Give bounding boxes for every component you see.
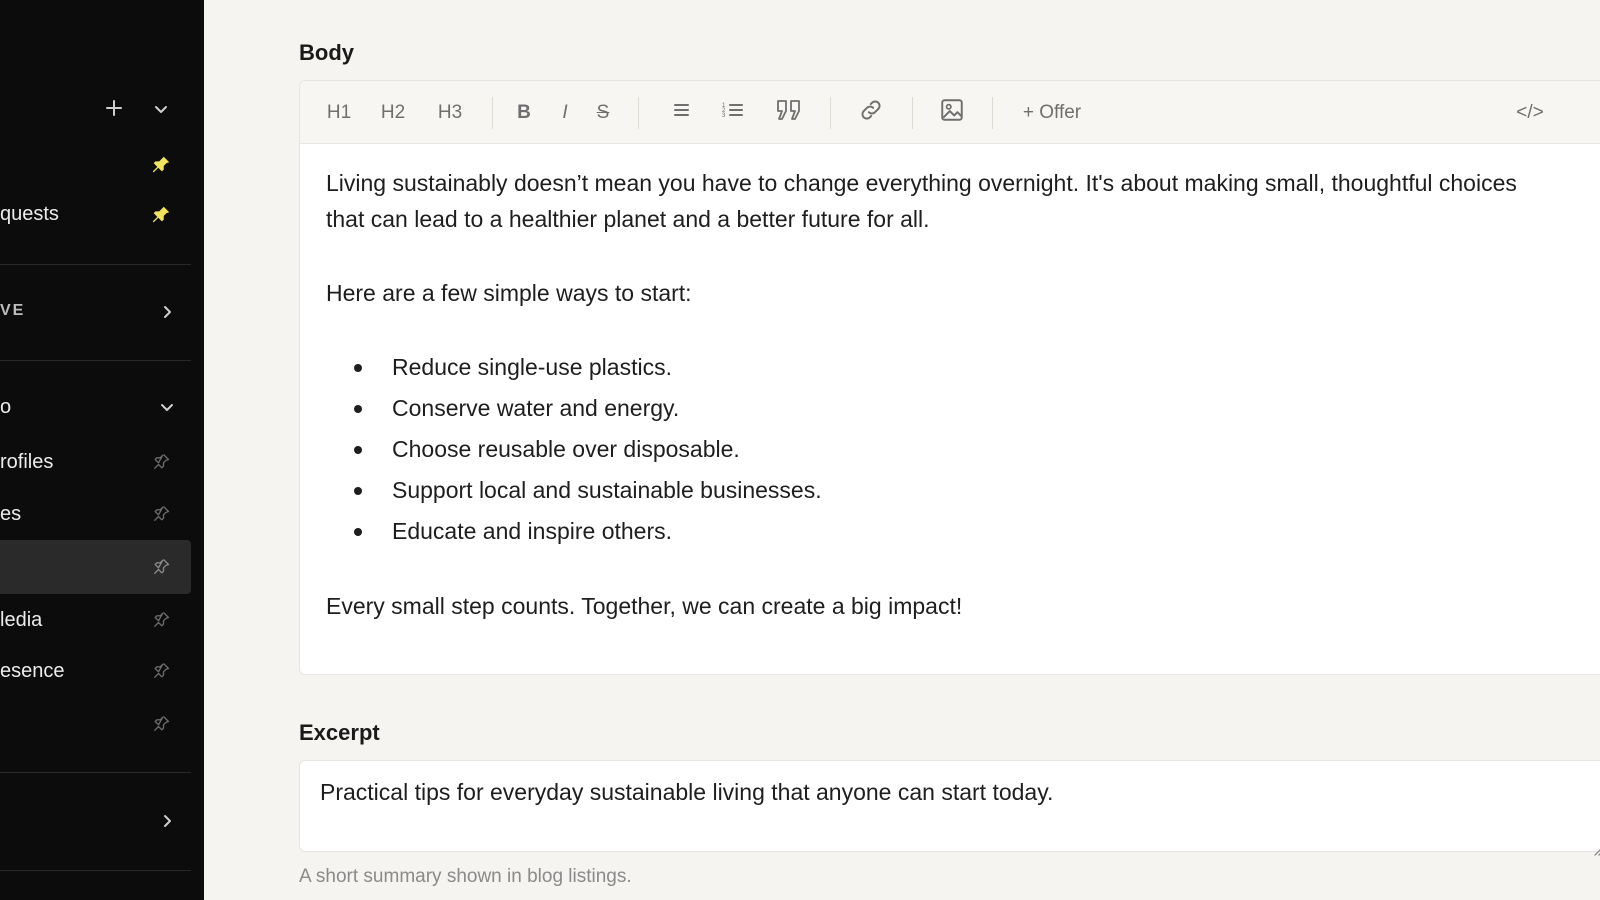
sidebar-section-label: VE (0, 302, 26, 319)
pin-outline-icon[interactable] (151, 661, 171, 681)
sidebar-divider (0, 870, 191, 871)
pin-outline-icon[interactable] (151, 504, 171, 524)
list-item: Reduce single-use plastics. (326, 347, 1556, 388)
list-item: Choose reusable over disposable. (326, 429, 1556, 470)
lead-paragraph: Here are a few simple ways to start: (326, 280, 692, 306)
pin-outline-icon[interactable] (151, 557, 171, 577)
code-view-button[interactable]: </> (1510, 96, 1550, 130)
sidebar-divider (0, 264, 191, 265)
strikethrough-button[interactable]: S (590, 96, 616, 130)
sidebar-item-active[interactable] (0, 540, 191, 594)
excerpt-text: Practical tips for everyday sustainable … (320, 779, 1054, 805)
quote-button[interactable] (773, 96, 805, 130)
sidebar-item-label: ledia (0, 609, 43, 631)
sidebar-section-group[interactable]: o (0, 393, 191, 421)
editor-toolbar: H1 H2 H3 B I S 123 + Offer </> (300, 81, 1600, 144)
sidebar-item-pages[interactable]: es (0, 500, 191, 530)
add-icon[interactable] (104, 98, 124, 118)
rich-text-editor[interactable]: H1 H2 H3 B I S 123 + Offer </> Living su… (299, 80, 1600, 675)
heading-3-button[interactable]: H3 (433, 96, 467, 130)
sidebar-divider (0, 360, 191, 361)
list-item: Educate and inspire others. (326, 511, 1556, 552)
bullet-list-icon (670, 99, 692, 127)
quote-icon (775, 98, 803, 128)
heading-2-button[interactable]: H2 (376, 96, 410, 130)
link-icon (858, 97, 884, 129)
excerpt-help-text: A short summary shown in blog listings. (299, 866, 632, 887)
editor-content[interactable]: Living sustainably doesn’t mean you have… (326, 165, 1556, 624)
sidebar-divider (0, 772, 191, 773)
sidebar-item-label: quests (0, 203, 59, 225)
list-item: Conserve water and energy. (326, 388, 1556, 429)
body-label: Body (299, 40, 354, 65)
add-offer-button[interactable]: + Offer (1012, 96, 1092, 130)
intro-paragraph: Living sustainably doesn’t mean you have… (326, 170, 1517, 232)
sidebar-item-presence[interactable]: esence (0, 657, 191, 687)
toolbar-divider (492, 97, 493, 129)
image-icon (939, 97, 965, 129)
bullet-list-button[interactable] (666, 96, 696, 130)
toolbar-divider (992, 97, 993, 129)
chevron-down-icon[interactable] (152, 100, 170, 118)
chevron-right-icon[interactable] (158, 303, 176, 321)
excerpt-label: Excerpt (299, 720, 380, 745)
numbered-list-icon: 123 (721, 99, 745, 127)
pin-icon[interactable] (150, 154, 172, 176)
sidebar-item-profiles[interactable]: rofiles (0, 448, 191, 478)
sidebar-item-requests[interactable]: quests (0, 200, 191, 230)
pin-outline-icon[interactable] (151, 714, 171, 734)
chevron-right-icon[interactable] (158, 812, 176, 830)
tips-list: Reduce single-use plastics. Conserve wat… (326, 347, 1556, 552)
sidebar-item-media[interactable]: ledia (0, 606, 191, 636)
toolbar-divider (638, 97, 639, 129)
numbered-list-button[interactable]: 123 (718, 96, 748, 130)
sidebar-item-label: es (0, 503, 22, 525)
list-item: Support local and sustainable businesses… (326, 470, 1556, 511)
bold-button[interactable]: B (511, 96, 537, 130)
resize-handle-icon[interactable] (1592, 835, 1600, 856)
toolbar-divider (912, 97, 913, 129)
sidebar-section-label: o (0, 396, 12, 418)
sidebar: quests VE o rofiles es ledia esence (0, 0, 204, 900)
pin-icon[interactable] (150, 204, 172, 226)
pin-outline-icon[interactable] (151, 452, 171, 472)
pin-outline-icon[interactable] (151, 610, 171, 630)
heading-1-button[interactable]: H1 (322, 96, 356, 130)
main-content: Body H1 H2 H3 B I S 123 + Offer </> Livi… (204, 0, 1600, 900)
sidebar-item-label: esence (0, 660, 65, 682)
chevron-down-icon[interactable] (158, 398, 176, 416)
sidebar-section-archive[interactable]: VE (0, 298, 191, 326)
link-button[interactable] (855, 96, 887, 130)
toolbar-divider (830, 97, 831, 129)
italic-button[interactable]: I (552, 96, 578, 130)
svg-text:3: 3 (722, 113, 726, 119)
excerpt-textarea[interactable]: Practical tips for everyday sustainable … (299, 760, 1600, 856)
closing-paragraph: Every small step counts. Together, we ca… (326, 593, 963, 619)
sidebar-item-label: rofiles (0, 451, 54, 473)
image-button[interactable] (936, 96, 968, 130)
